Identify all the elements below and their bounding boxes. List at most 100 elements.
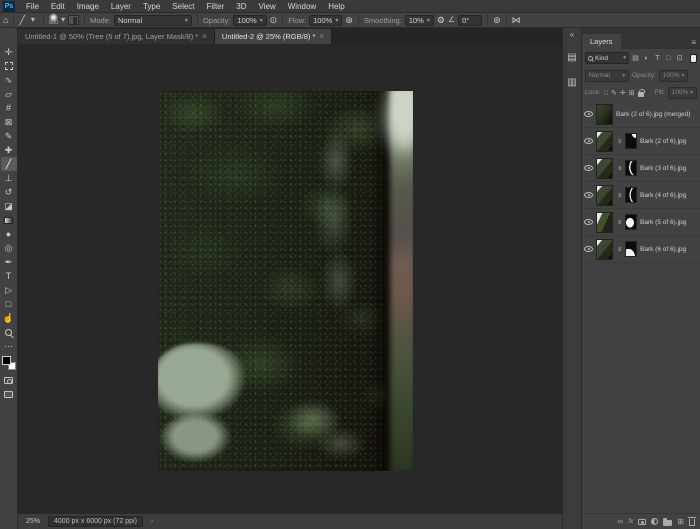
crop-tool-icon[interactable]: # (1, 101, 17, 115)
mask-link-icon[interactable]: ∞ (616, 219, 622, 225)
document-size-readout[interactable]: 4000 px x 6000 px (72 ppi) (48, 516, 143, 527)
quick-mask-mode-icon[interactable] (1, 373, 17, 387)
eyedropper-tool-icon[interactable]: ✎ (1, 129, 17, 143)
document-tab-untitled-2[interactable]: Untitled-2 @ 25% (RGB/8) * × (215, 29, 332, 44)
menu-image[interactable]: Image (71, 0, 105, 13)
layer-thumbnail[interactable] (596, 131, 613, 152)
menu-type[interactable]: Type (137, 0, 166, 13)
object-selection-tool-icon[interactable]: ▱ (1, 87, 17, 101)
menu-help[interactable]: Help (322, 0, 350, 13)
libraries-panel-icon[interactable]: ▥ (564, 74, 580, 90)
adjustment-layer-icon[interactable] (651, 518, 658, 525)
link-layers-icon[interactable]: ∞ (618, 518, 624, 526)
tool-preset-arrow[interactable]: ▾ (28, 15, 38, 26)
path-selection-tool-icon[interactable]: ▷ (1, 283, 17, 297)
brush-tool-icon[interactable]: ╱ (1, 157, 17, 171)
canvas-pasteboard[interactable] (18, 44, 562, 513)
symmetry-icon[interactable]: ⋈ (512, 16, 521, 25)
layer-name[interactable]: Bark (2 of 6).jpg (640, 138, 686, 145)
layer-row[interactable]: ∞ Bark (2 of 6).jpg (582, 128, 700, 155)
layer-visibility-eye-icon[interactable] (584, 165, 593, 171)
zoom-level[interactable]: 25% (26, 518, 40, 525)
layer-thumbnail[interactable] (596, 239, 613, 260)
home-icon[interactable]: ⌂ (3, 16, 8, 25)
close-icon[interactable]: × (202, 32, 207, 41)
layer-thumbnail[interactable] (596, 212, 613, 233)
type-tool-icon[interactable]: T (1, 269, 17, 283)
layer-name[interactable]: Bark (6 of 6).jpg (640, 246, 686, 253)
layer-name[interactable]: Bark (2 of 6).jpg (merged) (616, 111, 690, 118)
layer-row[interactable]: ∞ Bark (6 of 6).jpg (582, 236, 700, 263)
layer-opacity-input[interactable]: 100% ▾ (659, 70, 688, 82)
menu-view[interactable]: View (253, 0, 282, 13)
layer-blend-mode-select[interactable]: Normal ▾ (585, 70, 629, 82)
eraser-tool-icon[interactable]: ◪ (1, 199, 17, 213)
smoothing-input[interactable]: 10% ▾ (405, 15, 434, 26)
document-image-tree-bark[interactable] (158, 91, 413, 471)
lock-artboard-icon[interactable]: ⊞ (629, 89, 635, 97)
lock-position-icon[interactable]: ✛ (620, 89, 626, 97)
layer-name[interactable]: Bark (5 of 6).jpg (640, 219, 686, 226)
fill-input[interactable]: 100% ▾ (668, 87, 697, 99)
lock-all-icon[interactable] (638, 92, 644, 97)
layer-name[interactable]: Bark (4 of 6).jpg (640, 192, 686, 199)
layer-visibility-eye-icon[interactable] (584, 192, 593, 198)
layer-filter-toggle[interactable] (690, 54, 697, 63)
mask-link-icon[interactable]: ∞ (616, 192, 622, 198)
layer-mask-thumbnail[interactable] (625, 133, 637, 149)
rectangular-marquee-tool-icon[interactable] (1, 59, 17, 73)
lasso-tool-icon[interactable]: ∿ (1, 73, 17, 87)
layer-mask-thumbnail[interactable] (625, 160, 637, 176)
hand-tool-icon[interactable]: ☝ (1, 311, 17, 325)
filter-pixel-layers-icon[interactable]: ▤ (631, 54, 640, 62)
layer-visibility-eye-icon[interactable] (584, 219, 593, 225)
menu-window[interactable]: Window (282, 0, 322, 13)
layer-thumbnail[interactable] (596, 158, 613, 179)
airbrush-icon[interactable]: ⊛ (345, 16, 353, 25)
close-icon[interactable]: × (319, 32, 324, 41)
pressure-opacity-icon[interactable]: ⊙ (270, 16, 278, 25)
shape-tool-icon[interactable]: □ (1, 297, 17, 311)
expand-panels-icon[interactable]: « (570, 30, 574, 40)
filter-type-layers-icon[interactable]: T (653, 55, 662, 62)
menu-layer[interactable]: Layer (105, 0, 137, 13)
gradient-tool-icon[interactable] (1, 213, 17, 227)
document-tab-untitled-1[interactable]: Untitled-1 @ 50% (Tree (5 of 7).jpg, Lay… (18, 29, 215, 44)
layer-mask-thumbnail[interactable] (625, 214, 637, 230)
layer-visibility-eye-icon[interactable] (584, 138, 593, 144)
frame-tool-icon[interactable]: ⊠ (1, 115, 17, 129)
menu-3d[interactable]: 3D (230, 0, 252, 13)
flow-input[interactable]: 100% ▾ (309, 15, 342, 26)
pressure-size-icon[interactable]: ⊚ (493, 16, 501, 25)
filter-kind-select[interactable]: Kind ▾ (585, 52, 629, 64)
layer-thumbnail[interactable] (596, 185, 613, 206)
brush-angle-input[interactable]: 0° (458, 15, 482, 26)
add-layer-mask-icon[interactable] (638, 519, 646, 525)
tab-layers[interactable]: Layers (582, 34, 621, 49)
layer-row-merged[interactable]: Bark (2 of 6).jpg (merged) (582, 101, 700, 128)
mask-link-icon[interactable]: ∞ (616, 165, 622, 171)
opacity-input[interactable]: 100% ▾ (233, 15, 266, 26)
layer-thumbnail[interactable] (596, 104, 613, 125)
lock-transparent-pixels-icon[interactable]: ∷ (604, 89, 608, 97)
pen-tool-icon[interactable]: ✒ (1, 255, 17, 269)
layer-mask-thumbnail[interactable] (625, 187, 637, 203)
foreground-color-swatch[interactable] (2, 356, 11, 365)
menu-file[interactable]: File (20, 0, 45, 13)
healing-brush-tool-icon[interactable]: ✚ (1, 143, 17, 157)
toggle-brush-settings-icon[interactable] (68, 15, 79, 25)
panel-menu-icon[interactable]: ≡ (691, 38, 700, 49)
layer-visibility-eye-icon[interactable] (584, 246, 593, 252)
menu-select[interactable]: Select (166, 0, 200, 13)
zoom-tool-icon[interactable] (1, 325, 17, 339)
layer-row[interactable]: ∞ Bark (5 of 6).jpg (582, 209, 700, 236)
layer-mask-thumbnail[interactable] (625, 241, 637, 257)
delete-layer-icon[interactable] (689, 519, 695, 526)
smoothing-gear-icon[interactable]: ⚙ (437, 16, 445, 25)
layer-name[interactable]: Bark (3 of 6).jpg (640, 165, 686, 172)
brush-tool-preset-icon[interactable]: ╱ (19, 16, 24, 25)
filter-smart-objects-icon[interactable]: ⊡ (675, 54, 684, 62)
layer-row[interactable]: ∞ Bark (4 of 6).jpg (582, 182, 700, 209)
brush-preset-picker[interactable]: 500 (49, 13, 58, 27)
mask-link-icon[interactable]: ∞ (616, 246, 622, 252)
